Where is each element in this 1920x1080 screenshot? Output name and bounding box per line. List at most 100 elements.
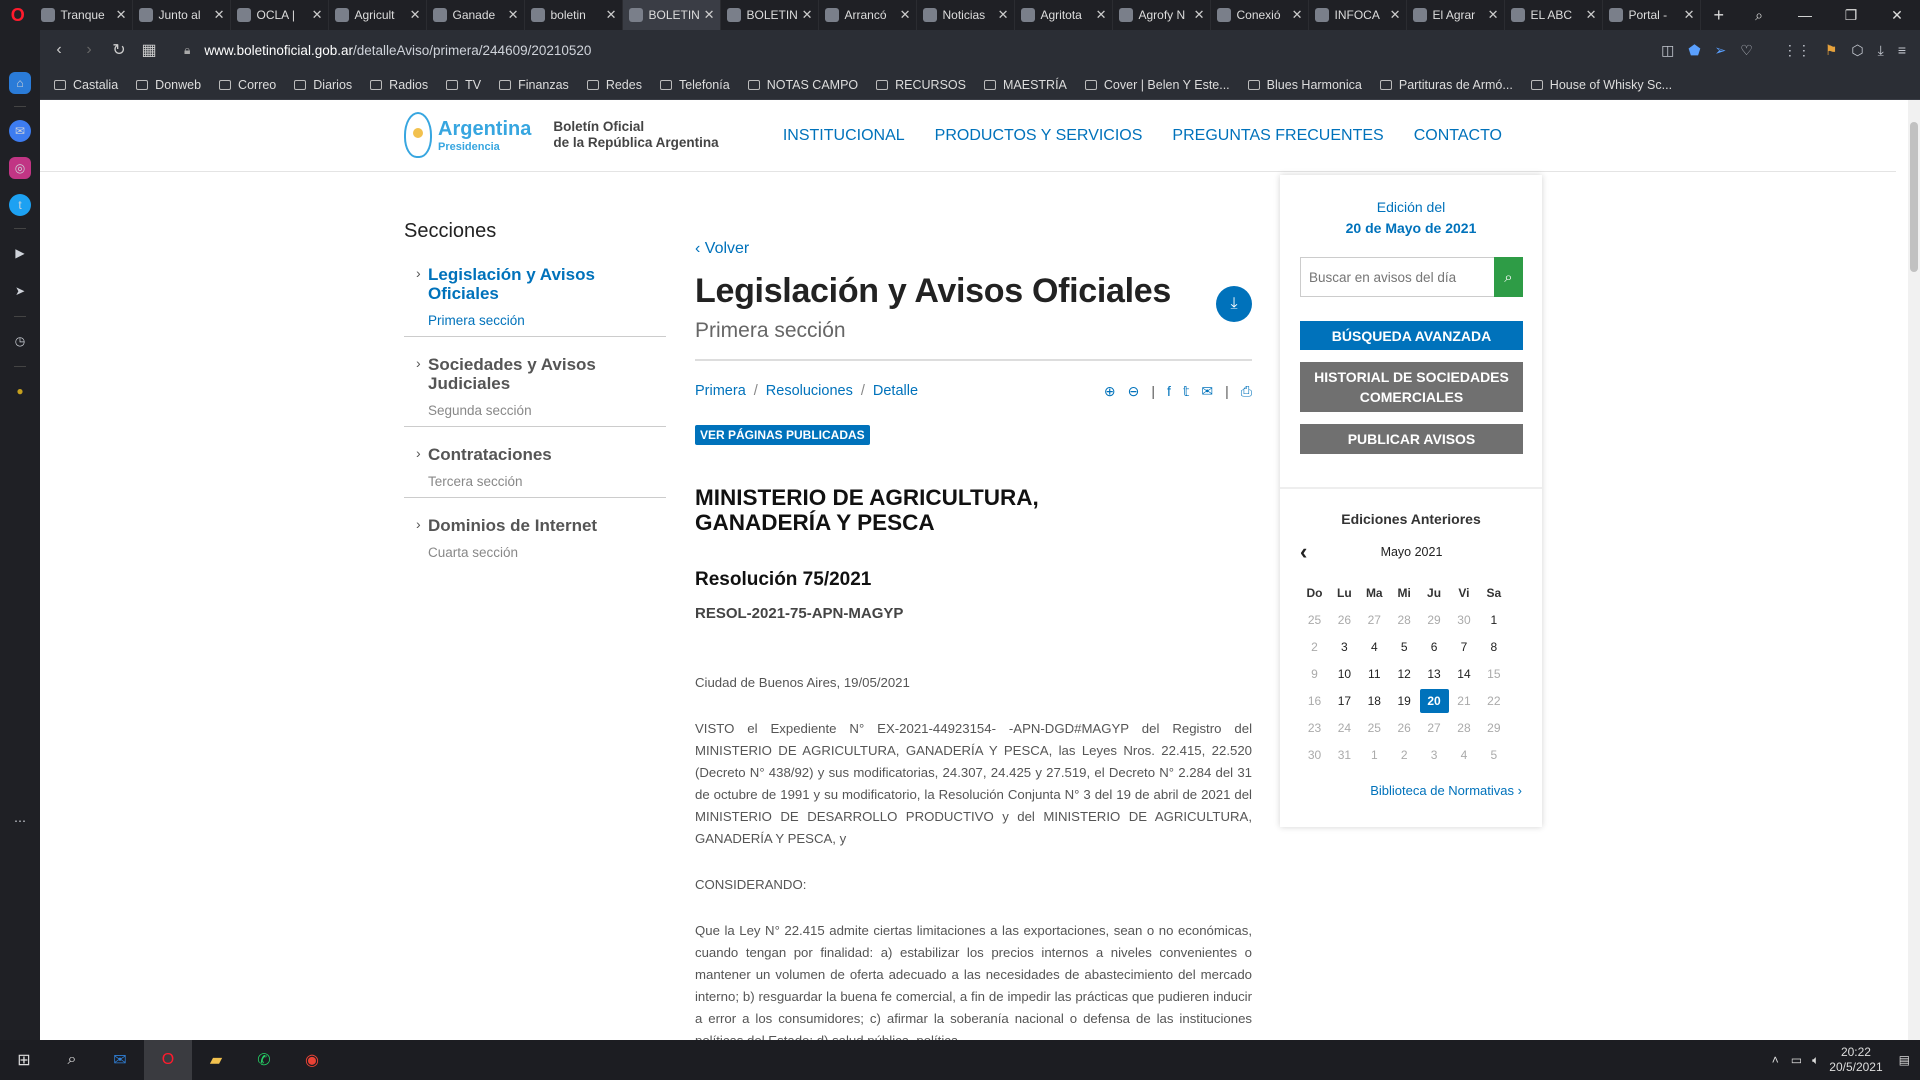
- close-tab-icon[interactable]: ✕: [1684, 7, 1695, 23]
- player-icon[interactable]: ▶: [9, 242, 31, 264]
- restore-button[interactable]: ❐: [1828, 7, 1874, 24]
- close-tab-icon[interactable]: ✕: [1488, 7, 1499, 23]
- camera-icon[interactable]: ◫: [1661, 42, 1674, 59]
- home-icon[interactable]: ⌂: [9, 72, 31, 94]
- speed-dial-icon[interactable]: ▦: [134, 40, 164, 60]
- page-scrollbar[interactable]: [1908, 100, 1920, 1040]
- download-button[interactable]: ⤓: [1216, 286, 1252, 322]
- bookmark-item[interactable]: Telefonía: [659, 78, 730, 92]
- heart-icon[interactable]: ♡: [1740, 42, 1753, 59]
- close-tab-icon[interactable]: ✕: [606, 7, 617, 23]
- bookmark-item[interactable]: Blues Harmonica: [1247, 78, 1362, 92]
- calendar-day[interactable]: 5: [1390, 635, 1419, 659]
- shield-icon[interactable]: ⬟: [1688, 42, 1700, 59]
- busqueda-avanzada-button[interactable]: BÚSQUEDA AVANZADA: [1300, 321, 1523, 350]
- volume-icon[interactable]: 🔈︎: [1812, 1053, 1819, 1068]
- bookmark-item[interactable]: NOTAS CAMPO: [747, 78, 858, 92]
- breadcrumb-detalle[interactable]: Detalle: [873, 383, 918, 399]
- browser-tab[interactable]: Ganade ✕: [427, 0, 526, 30]
- browser-tab[interactable]: BOLETIN ✕: [623, 0, 722, 30]
- search-tabs-icon[interactable]: ⌕: [1736, 7, 1782, 24]
- search-icon[interactable]: ⌕: [48, 1040, 96, 1080]
- zoom-in-icon[interactable]: ⊕: [1104, 383, 1116, 400]
- calendar-day[interactable]: 11: [1360, 662, 1389, 686]
- twitter-icon[interactable]: 𝕥: [1183, 383, 1190, 400]
- browser-tab[interactable]: Portal - ✕: [1603, 0, 1702, 30]
- nav-institucional[interactable]: INSTITUCIONAL: [783, 127, 905, 145]
- search-button[interactable]: ⌕: [1494, 257, 1523, 297]
- breadcrumb-primera[interactable]: Primera: [695, 383, 746, 399]
- twitter-icon[interactable]: t: [9, 194, 31, 216]
- calendar-day[interactable]: 1: [1479, 608, 1508, 632]
- calendar-day[interactable]: 12: [1390, 662, 1419, 686]
- calendar-day[interactable]: 17: [1330, 689, 1359, 713]
- close-tab-icon[interactable]: ✕: [998, 7, 1009, 23]
- tray-expand-icon[interactable]: ˄: [1772, 1053, 1779, 1067]
- section-cuarta[interactable]: › Dominios de Internet Cuarta sección: [404, 516, 666, 568]
- bookmark-item[interactable]: Finanzas: [499, 78, 569, 92]
- close-tab-icon[interactable]: ✕: [900, 7, 911, 23]
- reload-button[interactable]: ↻: [104, 40, 134, 60]
- facebook-icon[interactable]: f: [1167, 383, 1171, 399]
- browser-tab[interactable]: INFOCA ✕: [1309, 0, 1408, 30]
- history-icon[interactable]: ◷: [9, 330, 31, 352]
- close-tab-icon[interactable]: ✕: [410, 7, 421, 23]
- biblioteca-link[interactable]: Biblioteca de Normativas ›: [1370, 783, 1522, 798]
- calendar-day[interactable]: 13: [1420, 662, 1449, 686]
- close-tab-icon[interactable]: ✕: [1390, 7, 1401, 23]
- mail-app-icon[interactable]: ✉: [96, 1040, 144, 1080]
- back-button[interactable]: ‹: [44, 41, 74, 59]
- nav-contacto[interactable]: CONTACTO: [1414, 127, 1502, 145]
- print-icon[interactable]: ⎙: [1241, 383, 1252, 400]
- browser-tab[interactable]: Agrofy N ✕: [1113, 0, 1212, 30]
- send-icon[interactable]: ➤: [9, 280, 31, 302]
- browser-tab[interactable]: BOLETIN ✕: [721, 0, 820, 30]
- download-icon[interactable]: ⤓: [1878, 42, 1884, 59]
- close-tab-icon[interactable]: ✕: [1586, 7, 1597, 23]
- calendar-day-selected[interactable]: 20: [1419, 688, 1449, 713]
- send-icon[interactable]: ➢: [1715, 42, 1727, 59]
- messenger-icon[interactable]: ✉: [9, 120, 31, 142]
- close-tab-icon[interactable]: ✕: [1096, 7, 1107, 23]
- ver-paginas-button[interactable]: VER PÁGINAS PUBLICADAS: [695, 425, 870, 445]
- bookmark-item[interactable]: Partituras de Armó...: [1379, 78, 1513, 92]
- whatsapp-icon[interactable]: ✆: [240, 1040, 288, 1080]
- minimize-button[interactable]: —: [1782, 7, 1828, 23]
- notifications-icon[interactable]: ▤: [1899, 1053, 1910, 1067]
- nav-productos-servicios[interactable]: PRODUCTOS Y SERVICIOS: [935, 127, 1143, 145]
- bookmark-item[interactable]: TV: [446, 78, 481, 92]
- bookmark-item[interactable]: Diarios: [294, 78, 352, 92]
- calendar-day[interactable]: 8: [1479, 635, 1508, 659]
- close-tab-icon[interactable]: ✕: [508, 7, 519, 23]
- opera-app-icon[interactable]: O: [144, 1040, 192, 1080]
- browser-tab[interactable]: EL ABC ✕: [1505, 0, 1604, 30]
- bookmark-item[interactable]: Correo: [219, 78, 276, 92]
- browser-tab[interactable]: Agritota ✕: [1015, 0, 1114, 30]
- close-tab-icon[interactable]: ✕: [312, 7, 323, 23]
- browser-tab[interactable]: El Agrar ✕: [1407, 0, 1506, 30]
- cube-icon[interactable]: ⬡: [1851, 42, 1863, 59]
- bookmark-item[interactable]: House of Whisky Sc...: [1530, 78, 1672, 92]
- search-input[interactable]: [1300, 257, 1494, 297]
- calendar-day[interactable]: 6: [1420, 635, 1449, 659]
- forward-button[interactable]: ›: [74, 41, 104, 59]
- close-tab-icon[interactable]: ✕: [1292, 7, 1303, 23]
- browser-tab[interactable]: Noticias ✕: [917, 0, 1016, 30]
- close-tab-icon[interactable]: ✕: [704, 7, 715, 23]
- calendar-day[interactable]: 3: [1330, 635, 1359, 659]
- zoom-out-icon[interactable]: ⊖: [1128, 383, 1140, 400]
- email-icon[interactable]: ✉: [1201, 383, 1213, 400]
- browser-tab[interactable]: Agricult ✕: [329, 0, 428, 30]
- url-field[interactable]: 🔒︎ www.boletinoficial.gob.ar /detalleAvi…: [184, 43, 591, 58]
- calendar-day[interactable]: 19: [1390, 689, 1419, 713]
- instagram-icon[interactable]: ◎: [9, 157, 31, 179]
- calendar-day[interactable]: 4: [1360, 635, 1389, 659]
- close-tab-icon[interactable]: ✕: [116, 7, 127, 23]
- close-tab-icon[interactable]: ✕: [1194, 7, 1205, 23]
- calendar-day[interactable]: 14: [1449, 662, 1478, 686]
- close-window-button[interactable]: ✕: [1874, 7, 1920, 24]
- easy-setup-icon[interactable]: ≡: [1898, 42, 1906, 58]
- section-primera[interactable]: › Legislación y Avisos Oficiales Primera…: [404, 265, 666, 337]
- close-tab-icon[interactable]: ✕: [802, 7, 813, 23]
- bookmark-item[interactable]: Castalia: [54, 78, 118, 92]
